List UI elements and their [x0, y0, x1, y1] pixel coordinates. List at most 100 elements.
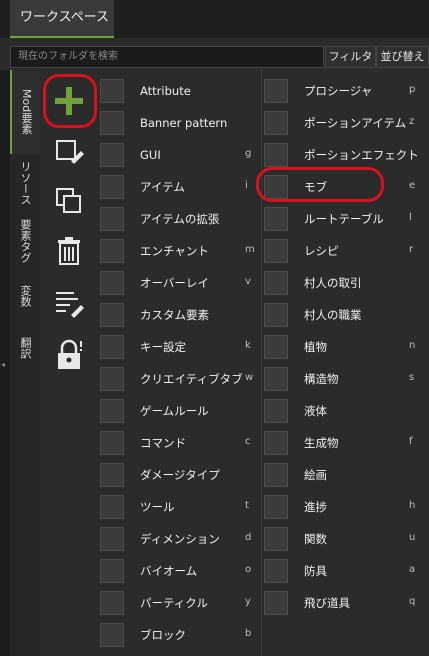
- workspace-tab[interactable]: ワークスペース: [10, 0, 114, 38]
- element-item-label: アイテム: [140, 180, 185, 194]
- advancement-icon: [264, 495, 288, 519]
- element-item[interactable]: ゲームルール: [100, 395, 259, 427]
- shortcut-key: o: [245, 564, 252, 575]
- shortcut-key: p: [409, 84, 416, 95]
- filter-button[interactable]: フィルタ: [325, 46, 376, 68]
- element-item[interactable]: アイテムの拡張: [100, 203, 259, 235]
- element-item[interactable]: ルートテーブル l: [264, 203, 423, 235]
- element-item[interactable]: レシピ r: [264, 235, 423, 267]
- search-input[interactable]: 現在のフォルダを検索: [10, 46, 324, 68]
- element-item[interactable]: バイオーム o: [100, 555, 259, 587]
- element-item[interactable]: オーバーレイ v: [100, 267, 259, 299]
- element-item[interactable]: 飛び道具 q: [264, 587, 423, 619]
- collapse-arrow-icon[interactable]: ◂: [1, 360, 5, 369]
- tab-mod-elements[interactable]: Mod要素: [10, 70, 40, 154]
- element-item-label: ルートテーブル: [304, 212, 384, 226]
- element-item[interactable]: 関数 u: [264, 523, 423, 555]
- shortcut-key: b: [245, 628, 252, 639]
- tab-translations[interactable]: 翻訳: [10, 322, 40, 374]
- damage-type-icon: [100, 463, 124, 487]
- element-item-label: 村人の職業: [304, 308, 362, 322]
- element-item[interactable]: Attribute: [100, 75, 259, 107]
- element-item-label: ダメージタイプ: [140, 468, 220, 482]
- procedure-icon: [264, 79, 288, 103]
- duplicate-element-button[interactable]: [44, 176, 94, 226]
- element-grid: Attribute Banner pattern GUI g アイテム i アイテムの拡張エ…: [98, 70, 429, 656]
- element-item[interactable]: 村人の取引: [264, 267, 423, 299]
- element-item[interactable]: ディメンション d: [100, 523, 259, 555]
- element-item-label: エンチャント: [140, 244, 209, 258]
- element-item-label: オーバーレイ: [140, 276, 209, 290]
- shortcut-key: f: [409, 436, 413, 447]
- element-item[interactable]: ポーションアイテム z: [264, 107, 423, 139]
- keybind-icon: [100, 335, 124, 359]
- tab-label: 翻訳: [19, 337, 32, 359]
- shortcut-key: h: [409, 500, 416, 511]
- top-bar: ワークスペース: [0, 0, 429, 38]
- recipe-icon: [264, 239, 288, 263]
- element-item-label: 飛び道具: [304, 596, 350, 610]
- element-item-label: クリエイティブタブ: [140, 372, 243, 386]
- element-item[interactable]: エンチャント m: [100, 235, 259, 267]
- shortcut-key: z: [409, 116, 415, 127]
- element-properties-button[interactable]: [44, 278, 94, 328]
- element-item-label: カスタム要素: [140, 308, 209, 322]
- element-item[interactable]: 村人の職業: [264, 299, 423, 331]
- shortcut-key: y: [245, 596, 251, 607]
- element-item-label: 関数: [304, 532, 327, 546]
- trash-icon: [58, 237, 80, 265]
- delete-element-button[interactable]: [44, 226, 94, 276]
- shortcut-key: g: [245, 148, 252, 159]
- element-item[interactable]: 進捗 h: [264, 491, 423, 523]
- element-item-label: アイテムの拡張: [140, 212, 220, 226]
- pickaxe-icon: [100, 495, 124, 519]
- tab-variables[interactable]: 変数: [10, 270, 40, 322]
- collapse-strip[interactable]: ◂: [0, 70, 10, 656]
- shortcut-key: m: [245, 244, 255, 255]
- duplicate-icon: [56, 188, 81, 213]
- element-item[interactable]: プロシージャ p: [264, 75, 423, 107]
- shortcut-key: d: [245, 532, 252, 543]
- element-item[interactable]: 液体: [264, 395, 423, 427]
- element-item[interactable]: Banner pattern: [100, 107, 259, 139]
- element-item[interactable]: GUI g: [100, 139, 259, 171]
- shortcut-key: c: [245, 436, 251, 447]
- vertical-tabs: Mod要素 リソース 要素タグ 変数 翻訳: [10, 70, 40, 656]
- projectile-icon: [264, 591, 288, 615]
- element-item[interactable]: クリエイティブタブ w: [100, 363, 259, 395]
- villager-trade-icon: [264, 271, 288, 295]
- element-item-label: 進捗: [304, 500, 327, 514]
- element-item[interactable]: キー設定 k: [100, 331, 259, 363]
- element-item[interactable]: アイテム i: [100, 171, 259, 203]
- element-item[interactable]: ツール t: [100, 491, 259, 523]
- sort-button[interactable]: 並び替え: [376, 46, 429, 68]
- element-item[interactable]: ダメージタイプ: [100, 459, 259, 491]
- structure-icon: [264, 367, 288, 391]
- overlay-icon: [100, 271, 124, 295]
- attribute-icon: [100, 79, 124, 103]
- edit-element-button[interactable]: [44, 126, 94, 176]
- command-icon: [100, 431, 124, 455]
- shortcut-key: v: [245, 276, 251, 287]
- element-item-label: 村人の取引: [304, 276, 362, 290]
- element-item[interactable]: コマンド c: [100, 427, 259, 459]
- lock-element-button[interactable]: [44, 330, 94, 380]
- armor-icon: [264, 559, 288, 583]
- shortcut-key: k: [245, 340, 251, 351]
- element-item[interactable]: パーティクル y: [100, 587, 259, 619]
- shortcut-key: e: [409, 180, 416, 191]
- loot-table-icon: [264, 207, 288, 231]
- element-item[interactable]: 生成物 f: [264, 427, 423, 459]
- tab-resources[interactable]: リソース: [10, 154, 40, 212]
- potion-effect-icon: [264, 143, 288, 167]
- element-item[interactable]: カスタム要素: [100, 299, 259, 331]
- element-item[interactable]: 防具 a: [264, 555, 423, 587]
- element-item[interactable]: 構造物 s: [264, 363, 423, 395]
- villager-profession-icon: [264, 303, 288, 327]
- fluid-icon: [264, 399, 288, 423]
- element-item[interactable]: 植物 n: [264, 331, 423, 363]
- element-item[interactable]: 絵画: [264, 459, 423, 491]
- tab-element-tags[interactable]: 要素タグ: [10, 212, 40, 270]
- element-item[interactable]: ブロック b: [100, 619, 259, 651]
- item-extension-icon: [100, 207, 124, 231]
